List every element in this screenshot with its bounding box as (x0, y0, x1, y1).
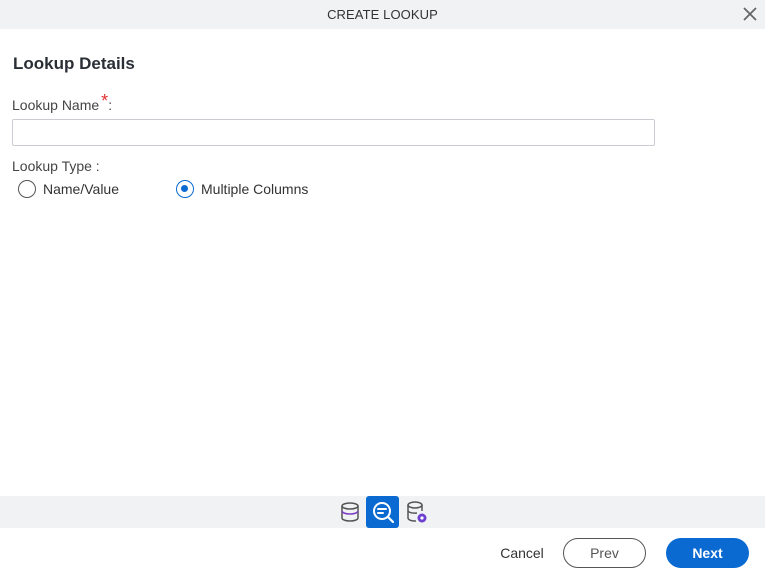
prev-button[interactable]: Prev (563, 538, 646, 568)
toolbar-database-settings-button[interactable] (400, 496, 433, 528)
search-list-icon (372, 502, 394, 524)
radio-button-multiple-columns[interactable] (176, 180, 194, 198)
step-toolbar (0, 496, 765, 528)
close-icon (743, 7, 757, 21)
toolbar-database-button[interactable] (333, 496, 366, 528)
dialog-header: CREATE LOOKUP (0, 0, 765, 29)
label-colon: : (108, 97, 113, 113)
dialog-title: CREATE LOOKUP (327, 7, 438, 22)
radio-multiple-columns[interactable]: Multiple Columns (176, 180, 308, 198)
lookup-name-input[interactable] (12, 119, 655, 146)
radio-label-multiple-columns: Multiple Columns (201, 181, 309, 197)
cancel-button[interactable]: Cancel (493, 538, 551, 568)
create-lookup-dialog: CREATE LOOKUP Lookup Details Lookup Name… (0, 0, 765, 575)
lookup-name-label: Lookup Name *: (12, 91, 113, 115)
lookup-name-label-text: Lookup Name (12, 97, 100, 113)
lookup-type-label: Lookup Type : (12, 158, 100, 174)
radio-label-name-value: Name/Value (43, 181, 120, 197)
radio-button-name-value[interactable] (18, 180, 36, 198)
close-button[interactable] (741, 5, 759, 23)
database-settings-icon (406, 501, 426, 523)
next-button[interactable]: Next (666, 538, 749, 568)
toolbar-lookup-button[interactable] (366, 496, 399, 528)
radio-name-value[interactable]: Name/Value (18, 180, 119, 198)
required-marker: * (101, 91, 109, 111)
section-title: Lookup Details (13, 54, 135, 73)
database-icon (340, 502, 359, 522)
